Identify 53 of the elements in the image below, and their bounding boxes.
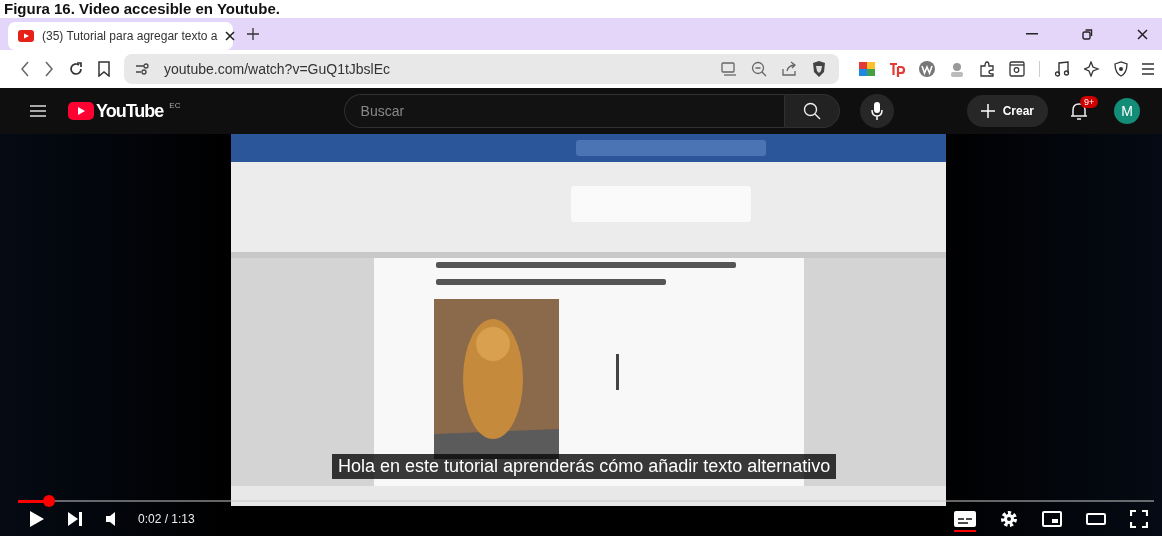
extension-icon[interactable] — [919, 61, 936, 77]
search-window-icon[interactable] — [1009, 61, 1026, 77]
music-note-icon[interactable] — [1054, 61, 1070, 77]
extension-icon[interactable] — [859, 62, 876, 76]
play-icon[interactable] — [30, 511, 44, 527]
install-icon[interactable] — [721, 62, 738, 76]
theater-mode-icon[interactable] — [1086, 513, 1106, 525]
puzzle-icon[interactable] — [979, 61, 996, 77]
time-display: 0:02 / 1:13 — [138, 512, 195, 526]
shield-icon[interactable] — [1114, 61, 1128, 77]
fullscreen-icon[interactable] — [1130, 510, 1148, 528]
figure-caption: Figura 16. Video accesible en Youtube. — [3, 0, 281, 18]
site-settings-icon[interactable] — [136, 63, 150, 75]
notification-badge: 9+ — [1080, 96, 1099, 108]
search-field[interactable]: Buscar — [343, 94, 784, 128]
sparkle-icon[interactable] — [1084, 61, 1100, 77]
minimize-icon[interactable] — [1026, 33, 1038, 35]
microphone-icon — [870, 102, 883, 120]
new-tab-icon[interactable] — [247, 28, 259, 40]
volume-icon[interactable] — [106, 512, 118, 526]
progress-handle[interactable] — [42, 495, 55, 507]
reload-icon[interactable] — [68, 61, 84, 77]
next-icon[interactable] — [68, 512, 82, 526]
restore-icon[interactable] — [1082, 28, 1093, 40]
search-icon — [802, 102, 821, 120]
plus-icon — [980, 104, 995, 118]
share-icon[interactable] — [781, 61, 798, 77]
avatar[interactable]: M — [1114, 98, 1140, 124]
video-play-icon[interactable] — [68, 102, 94, 120]
back-icon[interactable] — [20, 61, 30, 77]
miniplayer-icon[interactable] — [1042, 511, 1062, 527]
person-icon[interactable] — [949, 61, 966, 77]
shield-icon[interactable] — [811, 60, 828, 78]
close-icon[interactable] — [225, 31, 236, 41]
tab-title: (35) Tutorial para agregar texto a — [42, 29, 218, 43]
subtitle-text: Hola en este tutorial aprenderás cómo añadir texto alternativo — [332, 454, 837, 479]
captions-button[interactable] — [954, 511, 976, 532]
forward-icon[interactable] — [44, 61, 54, 77]
close-icon[interactable] — [1137, 28, 1148, 40]
logo-text[interactable]: YouTube — [96, 100, 164, 122]
extension-icon[interactable] — [889, 61, 906, 77]
menu-icon[interactable] — [1142, 63, 1154, 75]
bookmark-icon[interactable] — [98, 61, 110, 77]
browser-tab[interactable]: (35) Tutorial para agregar texto a — [8, 22, 233, 50]
create-button[interactable]: Crear — [966, 95, 1048, 127]
search-button[interactable] — [783, 94, 840, 128]
settings-icon[interactable] — [1000, 510, 1018, 528]
video-play-icon — [18, 30, 34, 42]
microphone-button[interactable] — [859, 94, 894, 128]
zoom-out-icon[interactable] — [751, 61, 768, 77]
address-bar[interactable]: youtube.com/watch?v=GuQ1tJbslEc — [124, 54, 840, 84]
region-code: EC — [169, 100, 181, 110]
url-text: youtube.com/watch?v=GuQ1tJbslEc — [164, 61, 391, 77]
